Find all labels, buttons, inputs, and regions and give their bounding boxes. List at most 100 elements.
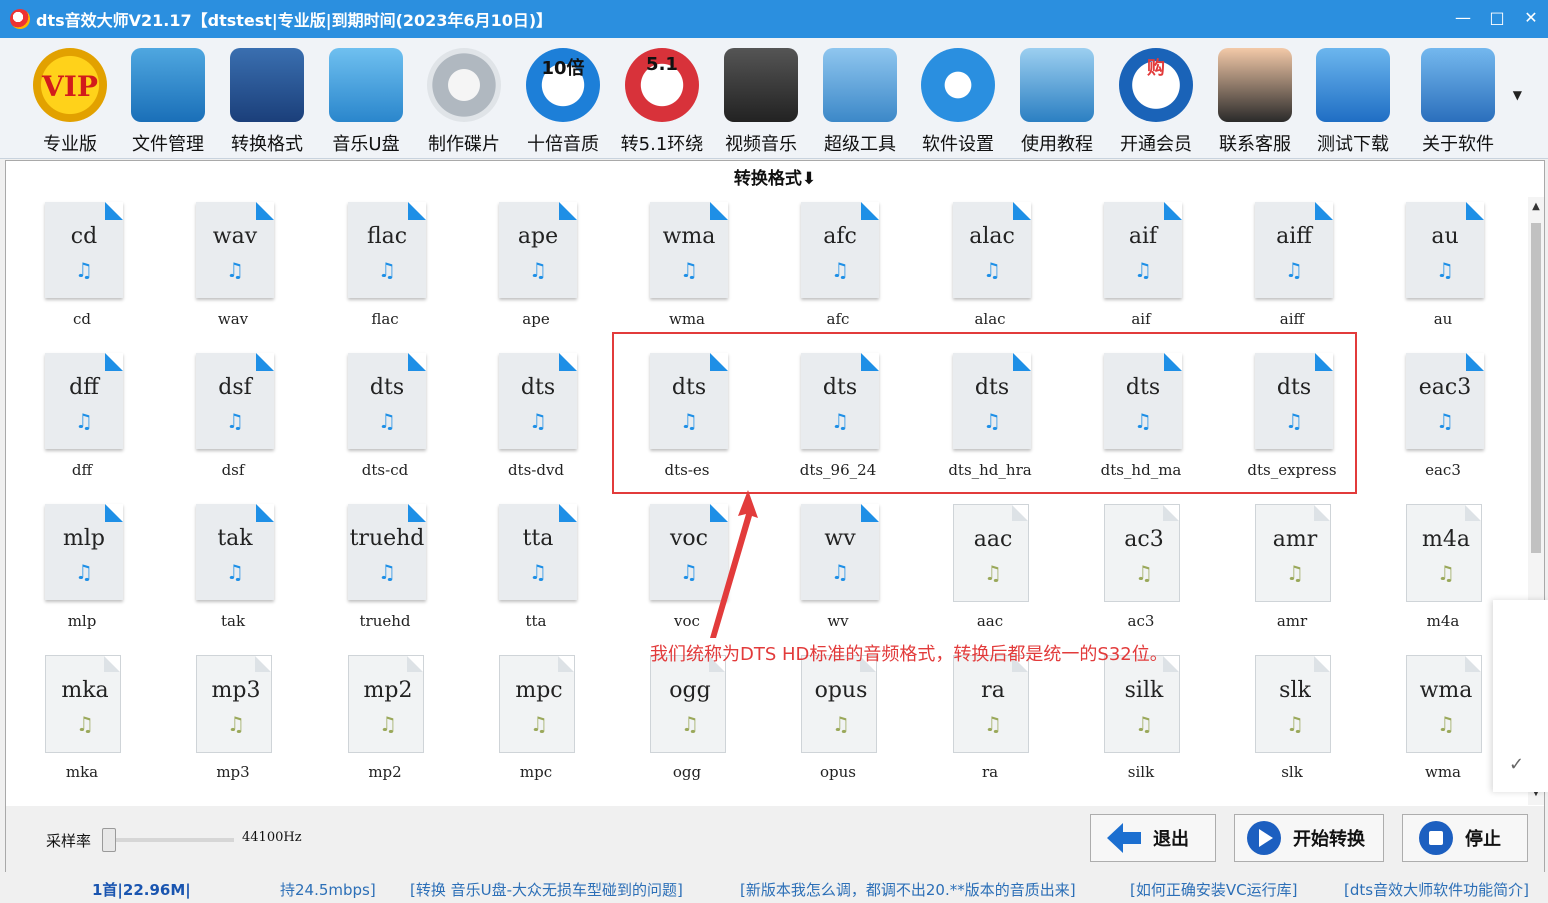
format-item-m4a[interactable]: m4a ♫ m4a — [1388, 504, 1498, 644]
format-caption: aiff — [1279, 310, 1305, 328]
format-item-eac3[interactable]: eac3 ♫ eac3 — [1388, 353, 1498, 493]
music-note-icon: ♫ — [75, 560, 93, 584]
format-item-wma[interactable]: wma ♫ wma — [1388, 655, 1498, 795]
format-item-ape[interactable]: ape ♫ ape — [481, 202, 591, 342]
toolbar-button-5[interactable]: 制作碟片 — [418, 44, 510, 156]
format-item-dts-cd[interactable]: dts ♫ dts-cd — [330, 353, 440, 493]
music-note-icon: ♫ — [226, 560, 244, 584]
format-icon-label: flac — [366, 224, 408, 249]
toolbar-button-1[interactable]: VIP 专业版 — [24, 44, 116, 156]
format-item-mp3[interactable]: mp3 ♫ mp3 — [178, 655, 288, 795]
format-item-dts-dvd[interactable]: dts ♫ dts-dvd — [481, 353, 591, 493]
scroll-thumb[interactable] — [1531, 223, 1541, 553]
format-item-silk[interactable]: silk ♫ silk — [1086, 655, 1196, 795]
format-item-mka[interactable]: mka ♫ mka — [27, 655, 137, 795]
format-item-opus[interactable]: opus ♫ opus — [783, 655, 893, 795]
app-logo-icon — [10, 9, 30, 29]
toolbar-label: 测试下载 — [1317, 134, 1389, 155]
toolbar-button-2[interactable]: 文件管理 — [122, 44, 214, 156]
format-caption: wav — [217, 310, 249, 328]
maximize-button[interactable]: □ — [1480, 0, 1514, 34]
format-item-tta[interactable]: tta ♫ tta — [481, 504, 591, 644]
toolbar-button-4[interactable]: 音乐U盘 — [320, 44, 412, 156]
format-item-dsf[interactable]: dsf ♫ dsf — [178, 353, 288, 493]
format-icon-label: aac — [973, 527, 1013, 552]
close-button[interactable]: ✕ — [1514, 0, 1548, 34]
back-arrow-icon — [1105, 819, 1143, 857]
status-link-2[interactable]: [转换 音乐U盘-大众无损车型碰到的问题] — [410, 879, 683, 900]
format-item-dff[interactable]: dff ♫ dff — [27, 353, 137, 493]
music-note-icon: ♫ — [984, 561, 1002, 585]
check-icon[interactable]: ✓ — [1509, 754, 1524, 775]
status-link-3[interactable]: [新版本我怎么调，都调不出20.**版本的音质出来] — [740, 879, 1076, 900]
format-item-wma[interactable]: wma ♫ wma — [632, 202, 742, 342]
toolbar-button-12[interactable]: 购开通会员 — [1110, 44, 1202, 156]
format-caption: tak — [220, 612, 246, 630]
format-item-aif[interactable]: aif ♫ aif — [1086, 202, 1196, 342]
start-convert-button[interactable]: 开始转换 — [1234, 814, 1384, 862]
format-icon-label: wma — [662, 224, 716, 249]
music-note-icon: ♫ — [1437, 561, 1455, 585]
toolbar-label: 制作碟片 — [428, 134, 500, 155]
audio-file-icon: opus ♫ — [801, 655, 877, 753]
format-item-aiff[interactable]: aiff ♫ aiff — [1237, 202, 1347, 342]
toolbar-button-15[interactable]: 关于软件 — [1412, 44, 1504, 156]
exit-label: 退出 — [1153, 829, 1189, 850]
format-item-mpc[interactable]: mpc ♫ mpc — [481, 655, 591, 795]
toolbar-overflow-caret-icon[interactable]: ▼ — [1513, 88, 1522, 102]
toolbar-button-8[interactable]: 视频音乐 — [715, 44, 807, 156]
music-note-icon: ♫ — [1286, 712, 1304, 736]
toolbar-button-3[interactable]: 转换格式 — [221, 44, 313, 156]
toolbar-button-10[interactable]: 软件设置 — [912, 44, 1004, 156]
toolbar-button-11[interactable]: 使用教程 — [1011, 44, 1103, 156]
minimize-button[interactable]: — — [1446, 0, 1480, 34]
format-item-ra[interactable]: ra ♫ ra — [935, 655, 1045, 795]
format-item-aac[interactable]: aac ♫ aac — [935, 504, 1045, 644]
status-link-4[interactable]: [如何正确安装VC运行库] — [1130, 879, 1297, 900]
format-caption: m4a — [1426, 612, 1460, 630]
format-item-mp2[interactable]: mp2 ♫ mp2 — [330, 655, 440, 795]
status-link-1[interactable]: 持24.5mbps] — [280, 879, 376, 900]
format-item-mlp[interactable]: mlp ♫ mlp — [27, 504, 137, 644]
audio-file-icon: mp2 ♫ — [348, 655, 424, 753]
stop-button[interactable]: 停止 — [1402, 814, 1528, 862]
toolbar-button-7[interactable]: 5.1 转5.1环绕 — [616, 44, 708, 156]
format-item-ac3[interactable]: ac3 ♫ ac3 — [1086, 504, 1196, 644]
format-item-au[interactable]: au ♫ au — [1388, 202, 1498, 342]
format-icon-label: mpc — [515, 678, 563, 703]
format-item-afc[interactable]: afc ♫ afc — [783, 202, 893, 342]
format-icon-label: dts — [369, 375, 405, 400]
toolbar-label: 视频音乐 — [725, 134, 797, 155]
exit-button[interactable]: 退出 — [1090, 814, 1216, 862]
format-item-slk[interactable]: slk ♫ slk — [1237, 655, 1347, 795]
file-count-status: 1首|22.96M| — [92, 881, 191, 899]
toolbar-button-6[interactable]: 10倍 十倍音质 — [517, 44, 609, 156]
scroll-up-icon[interactable]: ▲ — [1528, 201, 1544, 217]
audio-file-icon: m4a ♫ — [1406, 504, 1482, 602]
audio-file-icon: tta ♫ — [499, 504, 577, 600]
slider-knob[interactable] — [102, 828, 116, 852]
toolbar-button-9[interactable]: 超级工具 — [814, 44, 906, 156]
folder-file-icon — [131, 48, 205, 122]
toolbar-button-13[interactable]: 联系客服 — [1209, 44, 1301, 156]
audio-file-icon: cd ♫ — [45, 202, 123, 298]
format-caption: mka — [65, 763, 99, 781]
format-item-ogg[interactable]: ogg ♫ ogg — [632, 655, 742, 795]
format-icon-label: tak — [217, 526, 253, 551]
format-item-tak[interactable]: tak ♫ tak — [178, 504, 288, 644]
format-item-alac[interactable]: alac ♫ alac — [935, 202, 1045, 342]
status-link-5[interactable]: [dts音效大师软件功能简介] — [1344, 879, 1529, 900]
format-item-flac[interactable]: flac ♫ flac — [330, 202, 440, 342]
title-bar: dts音效大师V21.17【dtstest|专业版|到期时间(2023年6月10… — [0, 0, 1548, 38]
format-caption: silk — [1127, 763, 1155, 781]
disc-music-icon — [427, 48, 501, 122]
toolbar-button-14[interactable]: 测试下载 — [1307, 44, 1399, 156]
annotation-arrow — [710, 490, 758, 638]
format-item-cd[interactable]: cd ♫ cd — [27, 202, 137, 342]
sample-rate-slider[interactable] — [102, 828, 234, 852]
format-item-wav[interactable]: wav ♫ wav — [178, 202, 288, 342]
format-item-wv[interactable]: wv ♫ wv — [783, 504, 893, 644]
music-note-icon: ♫ — [984, 712, 1002, 736]
format-item-truehd[interactable]: truehd ♫ truehd — [330, 504, 440, 644]
format-item-amr[interactable]: amr ♫ amr — [1237, 504, 1347, 644]
